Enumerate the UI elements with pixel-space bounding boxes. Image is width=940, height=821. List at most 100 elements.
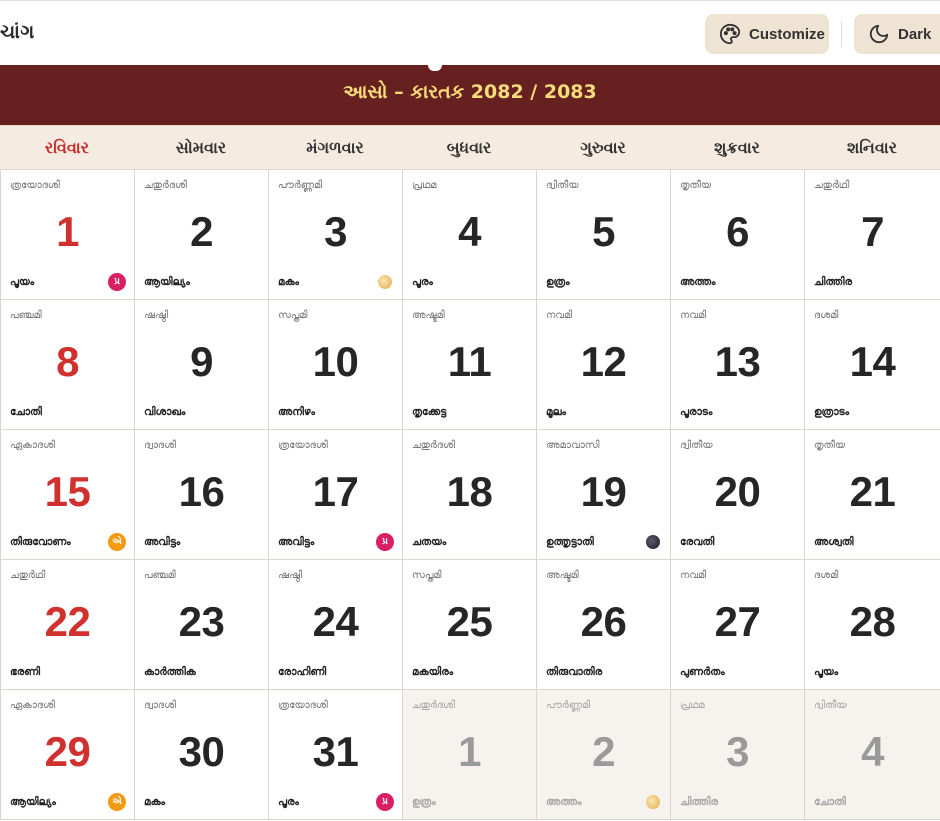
nakshatra-label: പൂരം <box>278 796 299 808</box>
day-cell[interactable]: ചതുർദശി 1 ഉത്രം <box>403 690 537 820</box>
day-cell[interactable]: ചതുർഥി 7 ചിത്തിര <box>805 170 940 300</box>
tithi-label: പൗർണ്ണമി <box>546 700 591 711</box>
tithi-label: ത്രയോദശി <box>10 180 60 191</box>
day-cell[interactable]: തൃതീയ 21 അശ്വതി <box>805 430 940 560</box>
tithi-label: ഷഷ്ഠി <box>144 310 169 321</box>
date-number: 15 <box>44 468 91 515</box>
day-cell[interactable]: ഏകാദശി 15 തിരുവോണം એ <box>1 430 135 560</box>
day-cell[interactable]: സപ്തമി 10 അനിഴം <box>269 300 403 430</box>
day-cell[interactable]: ദ്വാദശി 16 അവിട്ടം <box>135 430 269 560</box>
nakshatra-label: അനിഴം <box>278 406 316 418</box>
date-number: 21 <box>849 468 896 515</box>
date-number: 14 <box>849 338 896 385</box>
date-number: 1 <box>458 728 481 775</box>
day-cell[interactable]: നവമി 27 പുണർതം <box>671 560 805 690</box>
customize-label: Customize <box>749 25 825 43</box>
tithi-label: പഞ്ചമി <box>144 570 176 581</box>
tithi-label: ഷഷ്ഠി <box>278 570 303 581</box>
weekday-wednesday: બુધવાર <box>446 137 492 157</box>
day-cell[interactable]: പൗർണ്ണമി 3 മകം <box>269 170 403 300</box>
day-cell[interactable]: തൃതീയ 6 അത്തം <box>671 170 805 300</box>
day-cell[interactable]: അഷ്ടമി 26 തിരുവാതിര <box>537 560 671 690</box>
day-cell[interactable]: ത്രയോദശി 17 അവിട്ടം પ્ર <box>269 430 403 560</box>
nakshatra-label: ചിത്തിര <box>680 796 719 808</box>
date-number: 20 <box>714 468 761 515</box>
tithi-label: ദ്വാദശി <box>144 440 176 451</box>
day-cell[interactable]: ദ്വിതീയ 5 ഉത്രം <box>537 170 671 300</box>
day-cell[interactable]: പ്രഥമ 3 ചിത്തിര <box>671 690 805 820</box>
nakshatra-label: ചോതി <box>814 796 846 808</box>
day-cell[interactable]: ദശമി 28 പൂയം <box>805 560 940 690</box>
date-number: 25 <box>446 598 493 645</box>
nakshatra-label: പൂരാടം <box>680 406 713 418</box>
day-cell[interactable]: പഞ്ചമി 23 കാർത്തിക <box>135 560 269 690</box>
tithi-label: ചതുർഥി <box>10 570 46 581</box>
day-cell[interactable]: നവമി 13 പൂരാടം <box>671 300 805 430</box>
day-cell[interactable]: അഷ്ടമി 11 തൃക്കേട്ട <box>403 300 537 430</box>
nakshatra-label: മകം <box>144 796 166 808</box>
pradosh-badge: પ્ર <box>108 273 126 291</box>
moon-icon <box>868 23 890 45</box>
nakshatra-label: ഉത്രം <box>412 796 436 808</box>
day-cell[interactable]: ഏകാദശി 29 ആയില്യം એ <box>1 690 135 820</box>
customize-button[interactable]: Customize <box>705 14 829 54</box>
nakshatra-label: ആയില്യം <box>144 276 190 288</box>
date-number: 23 <box>178 598 225 645</box>
nakshatra-label: അവിട്ടം <box>144 536 181 548</box>
top-bar: ચાંગ Customize Dark <box>0 0 940 65</box>
nakshatra-label: പൂയം <box>10 276 35 288</box>
day-cell[interactable]: പഞ്ചമി 8 ചോതി <box>1 300 135 430</box>
day-cell[interactable]: ചതുർഥി 22 ഭരണി <box>1 560 135 690</box>
nakshatra-label: മൂലം <box>546 406 566 418</box>
date-number: 26 <box>580 598 627 645</box>
nakshatra-label: ചിത്തിര <box>814 276 853 288</box>
nakshatra-label: പൂരം <box>412 276 433 288</box>
tithi-label: നവമി <box>546 310 573 321</box>
day-cell[interactable]: ദശമി 14 ഉത്രാടം <box>805 300 940 430</box>
day-cell[interactable]: പ്രഥമ 4 പൂരം <box>403 170 537 300</box>
nakshatra-label: മകം <box>278 276 300 288</box>
nakshatra-label: തിരുവോണം <box>10 536 71 548</box>
day-cell[interactable]: പൗർണ്ണമി 2 അത്തം <box>537 690 671 820</box>
day-cell[interactable]: ചതുർദശി 2 ആയില്യം <box>135 170 269 300</box>
tithi-label: പ്രഥമ <box>412 180 437 191</box>
day-cell[interactable]: ത്രയോദശി 31 പൂരം પ્ર <box>269 690 403 820</box>
pradosh-badge: પ્ર <box>376 533 394 551</box>
tithi-label: ഏകാദശി <box>10 700 55 711</box>
date-number: 17 <box>312 468 359 515</box>
date-number: 9 <box>190 338 213 385</box>
date-number: 10 <box>312 338 359 385</box>
day-cell[interactable]: ചതുർദശി 18 ചതയം <box>403 430 537 560</box>
date-number: 18 <box>446 468 493 515</box>
nakshatra-label: പൂയം <box>814 666 839 678</box>
full-moon-icon <box>378 275 392 289</box>
nakshatra-label: കാർത്തിക <box>144 666 196 678</box>
pradosh-badge: પ્ર <box>376 793 394 811</box>
weekday-header: રવિવાર સોમવાર મંગળવાર બુધવાર ગુરુવાર શુક… <box>0 125 940 170</box>
date-number: 24 <box>312 598 359 645</box>
day-cell[interactable]: ഷഷ്ഠി 9 വിശാഖം <box>135 300 269 430</box>
day-cell[interactable]: സപ്തമി 25 മകയിരം <box>403 560 537 690</box>
day-cell[interactable]: ദ്വിതീയ 20 രേവതി <box>671 430 805 560</box>
day-cell[interactable]: ഷഷ്ഠി 24 രോഹിണി <box>269 560 403 690</box>
tithi-label: പഞ്ചമി <box>10 310 42 321</box>
nakshatra-label: അത്തം <box>546 796 582 808</box>
date-number: 11 <box>447 338 492 385</box>
weekday-sunday: રવિવાર <box>44 137 90 157</box>
day-cell[interactable]: ദ്വിതീയ 4 ചോതി <box>805 690 940 820</box>
tithi-label: ദശമി <box>814 310 839 321</box>
nakshatra-label: ആയില്യം <box>10 796 56 808</box>
tithi-label: നവമി <box>680 310 707 321</box>
tithi-label: ദ്വിതീയ <box>546 180 579 191</box>
month-banner: આસો – કારતક 2082 / 2083 <box>0 59 940 125</box>
date-number: 8 <box>56 338 79 385</box>
day-cell[interactable]: അമാവാസി 19 ഉത്തൃട്ടാതി <box>537 430 671 560</box>
day-cell[interactable]: ദ്വാദശി 30 മകം <box>135 690 269 820</box>
dark-mode-button[interactable]: Dark <box>854 14 940 54</box>
day-cell[interactable]: ത്രയോദശി 1 പൂയം પ્ર <box>1 170 135 300</box>
ekadashi-badge: એ <box>108 793 126 811</box>
day-cell[interactable]: നവമി 12 മൂലം <box>537 300 671 430</box>
tithi-label: തൃതീയ <box>814 440 846 451</box>
tithi-label: സപ്തമി <box>412 570 442 581</box>
date-number: 13 <box>714 338 761 385</box>
